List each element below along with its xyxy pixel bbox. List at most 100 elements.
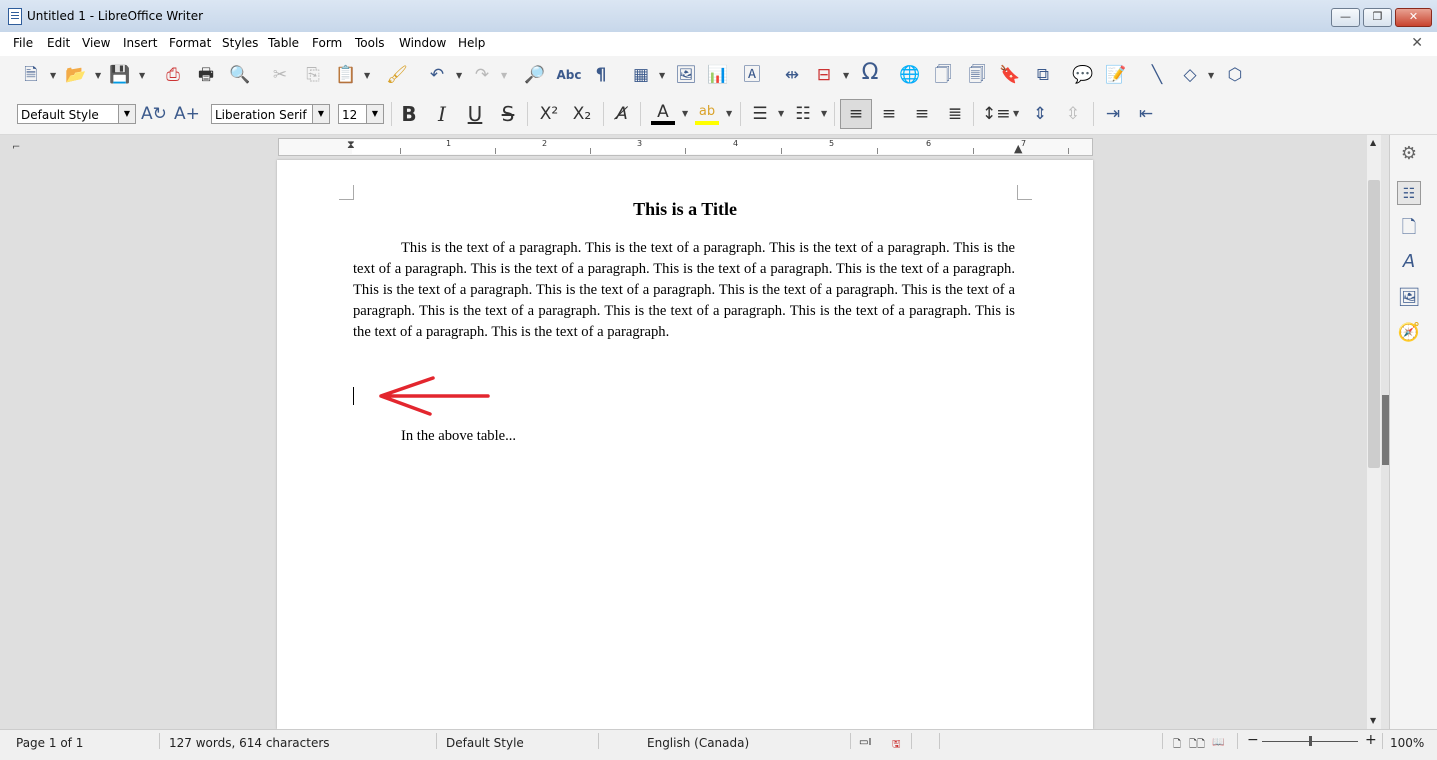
menu-form[interactable]: Form — [312, 36, 342, 50]
insert-mode-icon[interactable]: ▭I — [859, 737, 871, 748]
tab-stop-selector-icon[interactable]: ⌐ — [12, 142, 20, 153]
left-indent-marker-icon[interactable]: ⧗ — [347, 138, 355, 152]
single-page-view-icon[interactable]: 🗋 — [1173, 737, 1181, 754]
decrease-indent-icon[interactable]: ⇤ — [1134, 103, 1158, 125]
menu-format[interactable]: Format — [169, 36, 211, 50]
increase-paragraph-spacing-icon[interactable]: ⇕ — [1028, 103, 1052, 125]
close-document-button[interactable]: ✕ — [1411, 35, 1423, 51]
line-spacing-icon[interactable]: ↕≡ — [982, 103, 1011, 125]
formatting-marks-icon[interactable]: ¶ — [590, 64, 612, 86]
export-pdf-icon[interactable]: ⎙ — [162, 64, 184, 86]
zoom-slider-knob[interactable] — [1309, 736, 1312, 746]
document-title[interactable]: This is a Title — [277, 199, 1093, 220]
multi-page-view-icon[interactable]: 🗋🗋 — [1189, 737, 1205, 754]
open-icon[interactable]: 📂 — [63, 64, 89, 86]
copy-icon[interactable]: ⎘ — [301, 64, 325, 86]
menu-insert[interactable]: Insert — [123, 36, 157, 50]
language-status[interactable]: English (Canada) — [647, 736, 749, 750]
save-icon[interactable]: 💾 — [108, 64, 132, 86]
ordered-list-icon[interactable]: ☷ — [791, 103, 815, 125]
print-preview-icon[interactable]: 🔍 — [228, 64, 252, 86]
save-dropdown-icon[interactable]: ▼ — [139, 71, 145, 80]
underline-icon[interactable]: U — [463, 103, 487, 125]
page-icon[interactable]: 🗋 — [1397, 216, 1421, 240]
scroll-up-icon[interactable]: ▲ — [1370, 138, 1376, 147]
paste-dropdown-icon[interactable]: ▼ — [364, 71, 370, 80]
document-paragraph[interactable]: This is the text of a paragraph. This is… — [353, 238, 1015, 343]
bookmark-icon[interactable]: 🔖 — [998, 64, 1022, 86]
insert-table-icon[interactable]: ▦ — [629, 64, 653, 86]
new-style-icon[interactable]: A+ — [174, 103, 200, 125]
font-name-select[interactable]: Liberation Serif ▼ — [211, 104, 330, 124]
align-center-icon[interactable]: ≡ — [877, 103, 901, 125]
bold-icon[interactable]: B — [397, 103, 421, 125]
zoom-level[interactable]: 100% — [1390, 736, 1424, 750]
cross-reference-icon[interactable]: ⧉ — [1031, 64, 1055, 86]
insert-textbox-icon[interactable]: 🄰 — [739, 64, 765, 86]
hyperlink-icon[interactable]: 🌐 — [898, 64, 922, 86]
font-color-dropdown-icon[interactable]: ▼ — [682, 109, 688, 118]
chevron-down-icon[interactable]: ▼ — [118, 105, 135, 123]
cut-icon[interactable]: ✂ — [268, 64, 292, 86]
menu-tools[interactable]: Tools — [355, 36, 385, 50]
close-window-button[interactable]: ✕ — [1395, 8, 1432, 27]
redo-dropdown-icon[interactable]: ▼ — [501, 71, 507, 80]
menu-styles[interactable]: Styles — [222, 36, 258, 50]
styles-icon[interactable]: A — [1397, 250, 1421, 274]
menu-help[interactable]: Help — [458, 36, 485, 50]
highlight-dropdown-icon[interactable]: ▼ — [726, 109, 732, 118]
open-dropdown-icon[interactable]: ▼ — [95, 71, 101, 80]
highlight-icon[interactable]: ab — [694, 101, 720, 123]
insert-field-icon[interactable]: ⊟ — [812, 64, 836, 86]
basic-shapes-dropdown-icon[interactable]: ▼ — [1208, 71, 1214, 80]
gallery-icon[interactable]: 🖼 — [1397, 286, 1421, 310]
line-icon[interactable]: ╲ — [1145, 64, 1169, 86]
track-changes-icon[interactable]: 📝 — [1104, 64, 1128, 86]
menu-table[interactable]: Table — [268, 36, 299, 50]
properties-icon[interactable]: ⚙ — [1397, 142, 1421, 166]
insert-chart-icon[interactable]: 📊 — [706, 64, 730, 86]
paste-icon[interactable]: 📋 — [334, 64, 358, 86]
subscript-icon[interactable]: X₂ — [568, 103, 596, 125]
special-character-icon[interactable]: Ω — [857, 62, 883, 84]
minimize-button[interactable]: — — [1331, 8, 1360, 27]
sidebar-collapse-handle[interactable] — [1382, 395, 1389, 465]
draw-functions-icon[interactable]: ⬡ — [1222, 64, 1248, 86]
scroll-down-icon[interactable]: ▼ — [1370, 716, 1376, 725]
superscript-icon[interactable]: X² — [535, 103, 563, 125]
insert-table-dropdown-icon[interactable]: ▼ — [659, 71, 665, 80]
insert-field-dropdown-icon[interactable]: ▼ — [843, 71, 849, 80]
page-break-icon[interactable]: ⇹ — [780, 64, 804, 86]
menu-view[interactable]: View — [82, 36, 110, 50]
font-size-select[interactable]: 12 ▼ — [338, 104, 384, 124]
spelling-icon[interactable]: Abc — [556, 64, 582, 86]
find-replace-icon[interactable]: 🔎 — [523, 64, 547, 86]
new-dropdown-icon[interactable]: ▼ — [50, 71, 56, 80]
restore-button[interactable]: ❐ — [1363, 8, 1392, 27]
navigator-icon[interactable]: 🧭 — [1397, 321, 1421, 345]
strikethrough-icon[interactable]: S — [496, 103, 520, 125]
justify-icon[interactable]: ≣ — [943, 103, 967, 125]
book-view-icon[interactable]: 📖 — [1212, 737, 1224, 748]
word-count[interactable]: 127 words, 614 characters — [169, 736, 330, 750]
paragraph-style-select[interactable]: Default Style ▼ — [17, 104, 136, 124]
font-color-icon[interactable]: A — [650, 101, 676, 123]
insert-image-icon[interactable]: 🖼 — [674, 64, 698, 86]
zoom-out-button[interactable]: − — [1247, 732, 1259, 748]
print-icon[interactable]: 🖶 — [194, 64, 218, 86]
endnote-icon[interactable]: 🗐 — [965, 64, 989, 86]
undo-icon[interactable]: ↶ — [425, 64, 449, 86]
chevron-down-icon[interactable]: ▼ — [312, 105, 329, 123]
document-modified-icon[interactable]: 🖫 — [892, 737, 901, 754]
clone-formatting-icon[interactable]: 🖌 — [385, 64, 409, 86]
footnote-icon[interactable]: 🗍 — [931, 64, 955, 86]
decrease-paragraph-spacing-icon[interactable]: ⇳ — [1061, 103, 1085, 125]
line-spacing-dropdown-icon[interactable]: ▼ — [1013, 109, 1019, 118]
menu-file[interactable]: File — [13, 36, 33, 50]
menu-edit[interactable]: Edit — [47, 36, 70, 50]
unordered-list-dropdown-icon[interactable]: ▼ — [778, 109, 784, 118]
chevron-down-icon[interactable]: ▼ — [366, 105, 383, 123]
menu-window[interactable]: Window — [399, 36, 446, 50]
unordered-list-icon[interactable]: ☰ — [748, 103, 772, 125]
align-right-icon[interactable]: ≡ — [910, 103, 934, 125]
